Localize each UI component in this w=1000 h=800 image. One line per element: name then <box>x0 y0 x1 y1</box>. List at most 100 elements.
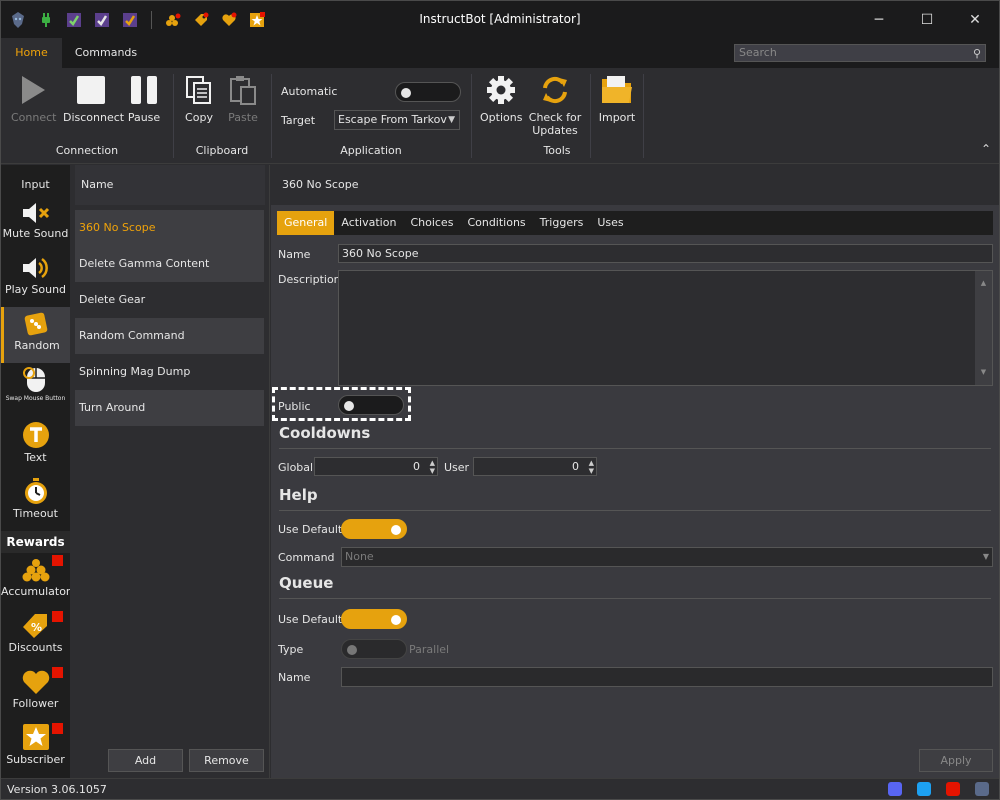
disconnect-button[interactable]: Disconnect <box>63 74 124 124</box>
options-button[interactable]: Options <box>480 74 522 124</box>
global-cooldown-stepper[interactable]: 0 ▲ ▼ <box>314 457 438 476</box>
apply-button[interactable]: Apply <box>919 749 993 772</box>
youtube-icon[interactable] <box>946 782 960 796</box>
nav-item-mute-sound[interactable]: Mute Sound <box>1 195 70 251</box>
search-icon[interactable]: ⚲ <box>973 46 981 62</box>
queue-type-toggle[interactable] <box>341 639 407 659</box>
status-bar: Version 3.06.1057 <box>1 778 999 799</box>
queue-use-default-label: Use Default <box>278 613 343 626</box>
scroll-up-icon[interactable]: ▲ <box>975 275 992 292</box>
nav-item-swap-mouse-button[interactable]: Swap Mouse Button <box>1 363 70 419</box>
increment-icon[interactable]: ▲ <box>589 459 594 467</box>
ribbon: Connect Disconnect Pause Connection Copy… <box>1 68 999 164</box>
collapse-ribbon-icon[interactable]: ⌃ <box>981 142 991 156</box>
list-item[interactable]: Delete Gamma Content <box>75 246 264 282</box>
help-command-dropdown[interactable]: None ▼ <box>341 547 993 567</box>
tab-commands[interactable]: Commands <box>67 38 145 68</box>
queue-name-field[interactable] <box>341 667 993 687</box>
pause-button[interactable]: Pause <box>125 74 163 124</box>
tab-triggers[interactable]: Triggers <box>533 211 591 235</box>
application-group-label: Application <box>340 144 402 157</box>
target-value: Escape From Tarkov <box>338 113 447 126</box>
tab-home[interactable]: Home <box>1 38 62 68</box>
name-field[interactable]: 360 No Scope <box>338 244 993 263</box>
tab-uses[interactable]: Uses <box>590 211 630 235</box>
decrement-icon[interactable]: ▼ <box>589 467 594 475</box>
app-window: InstructBot [Administrator] ─ ☐ ✕ Home C… <box>0 0 1000 800</box>
section-divider <box>279 510 991 511</box>
list-item[interactable]: Random Command <box>75 318 264 354</box>
add-button[interactable]: Add <box>108 749 183 772</box>
scroll-down-icon[interactable]: ▼ <box>975 364 992 381</box>
nav-item-play-sound[interactable]: Play Sound <box>1 251 70 307</box>
connect-button[interactable]: Connect <box>11 74 56 124</box>
nav-item-timeout[interactable]: Timeout <box>1 475 70 531</box>
nav-item-follower[interactable]: Follower <box>1 665 70 721</box>
import-button[interactable]: Import <box>597 74 637 124</box>
twitter-icon[interactable] <box>917 782 931 796</box>
nav-item-accumulator[interactable]: Accumulator <box>1 553 70 609</box>
options-label: Options <box>480 111 523 124</box>
minimize-button[interactable]: ─ <box>855 1 903 38</box>
command-title: 360 No Scope <box>271 165 999 205</box>
folder-icon <box>601 74 633 106</box>
nav-item-input[interactable]: Input <box>1 167 70 195</box>
user-cooldown-stepper[interactable]: 0 ▲ ▼ <box>473 457 597 476</box>
tab-conditions[interactable]: Conditions <box>460 211 532 235</box>
search-placeholder: Search <box>739 46 777 59</box>
close-button[interactable]: ✕ <box>951 1 999 38</box>
copy-button[interactable]: Copy <box>183 74 215 124</box>
public-toggle[interactable] <box>338 395 404 415</box>
nav-item-label: Accumulator <box>1 585 70 598</box>
list-item[interactable]: Spinning Mag Dump <box>75 354 264 390</box>
list-item[interactable]: Delete Gear <box>75 282 264 318</box>
remove-button[interactable]: Remove <box>189 749 264 772</box>
queue-use-default-toggle[interactable] <box>341 609 407 629</box>
command-add-icon[interactable] <box>65 11 83 29</box>
check-updates-label-2: Updates <box>532 124 578 137</box>
command-detail-panel: 360 No Scope General Activation Choices … <box>271 165 999 778</box>
tab-activation[interactable]: Activation <box>334 211 403 235</box>
play-icon <box>17 74 49 106</box>
star-icon[interactable] <box>248 11 266 29</box>
increment-icon[interactable]: ▲ <box>430 459 435 467</box>
instructbot-logo-icon[interactable] <box>975 782 989 796</box>
refresh-icon <box>539 74 571 106</box>
nav-item-label: Timeout <box>13 507 58 520</box>
list-item[interactable]: 360 No Scope <box>75 210 264 246</box>
command-label: Command <box>278 551 335 564</box>
nav-item-label: Mute Sound <box>2 227 69 240</box>
command-run-icon[interactable] <box>121 11 139 29</box>
copy-label: Copy <box>185 111 213 124</box>
queue-heading: Queue <box>279 574 334 592</box>
nav-item-random[interactable]: Random <box>1 307 70 363</box>
check-updates-button[interactable]: Check for Updates <box>528 74 582 137</box>
decrement-icon[interactable]: ▼ <box>430 467 435 475</box>
description-scrollbar[interactable]: ▲ ▼ <box>975 271 992 385</box>
ribbon-tabs: Home Commands Search ⚲ <box>1 38 999 68</box>
paste-button[interactable]: Paste <box>227 74 259 124</box>
heart-icon[interactable] <box>220 11 238 29</box>
name-column-header[interactable]: Name <box>75 165 265 205</box>
tab-choices[interactable]: Choices <box>403 211 460 235</box>
pause-label: Pause <box>127 111 161 124</box>
command-list: 360 No Scope Delete Gamma Content Delete… <box>75 210 264 426</box>
command-edit-icon[interactable] <box>93 11 111 29</box>
description-field[interactable]: ▲ ▼ <box>338 270 993 386</box>
connect-plug-icon[interactable] <box>37 11 55 29</box>
accumulator-icon[interactable] <box>164 11 182 29</box>
maximize-button[interactable]: ☐ <box>903 1 951 38</box>
nav-item-text[interactable]: Text <box>1 419 70 475</box>
target-dropdown[interactable]: Escape From Tarkov ▼ <box>334 110 460 130</box>
nav-item-subscriber[interactable]: Subscriber <box>1 721 70 777</box>
list-item[interactable]: Turn Around <box>75 390 264 426</box>
group-separator <box>590 74 591 158</box>
nav-item-discounts[interactable]: % Discounts <box>1 609 70 665</box>
discount-tag-icon[interactable] <box>192 11 210 29</box>
search-input[interactable]: Search ⚲ <box>734 44 986 62</box>
help-use-default-toggle[interactable] <box>341 519 407 539</box>
automatic-toggle[interactable] <box>395 82 461 102</box>
nav-item-label: Play Sound <box>4 283 67 296</box>
discord-icon[interactable] <box>888 782 902 796</box>
tab-general[interactable]: General <box>277 211 335 235</box>
